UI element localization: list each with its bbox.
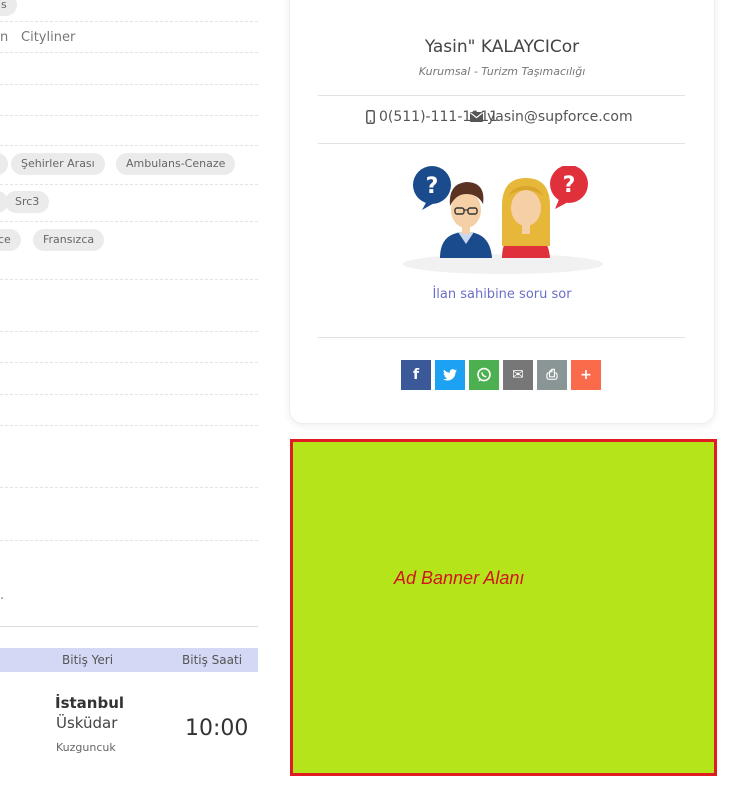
language-tag: ce — [0, 229, 21, 251]
email-contact[interactable]: yasin@supforce.com — [470, 109, 633, 125]
email-address: yasin@supforce.com — [487, 109, 633, 125]
card-divider — [318, 337, 685, 338]
owner-card: Yasin" KALAYCICor Kurumsal - Turizm Taşı… — [289, 0, 715, 424]
ask-owner-question-link[interactable]: İlan sahibine soru sor — [290, 287, 714, 302]
detail-row-divider — [0, 21, 258, 22]
whatsapp-icon — [477, 367, 491, 382]
end-district: Üsküdar — [56, 714, 118, 732]
card-divider — [318, 95, 685, 96]
email-share-button[interactable]: ✉ — [503, 360, 533, 390]
whatsapp-share-button[interactable] — [469, 360, 499, 390]
envelope-icon: ✉ — [512, 367, 524, 383]
detail-value-partial: . — [0, 588, 5, 603]
section-divider — [0, 626, 258, 627]
detail-row-divider — [0, 145, 258, 146]
feature-tag: ıs — [0, 0, 17, 16]
detail-row-divider — [0, 184, 258, 185]
print-button[interactable]: ⎙ — [537, 360, 567, 390]
detail-row-divider — [0, 425, 258, 426]
printer-icon: ⎙ — [546, 367, 558, 383]
feature-tag-src3: Src3 — [5, 191, 50, 213]
ask-question-illustration[interactable]: ? ? — [398, 166, 608, 278]
route-table-header: Bitiş Yeri Bitiş Saati — [0, 648, 258, 672]
card-divider — [318, 143, 685, 144]
detail-row-divider — [0, 331, 258, 332]
language-tag-fransizca: Fransızca — [33, 229, 105, 251]
detail-value-cityliner: Cityliner — [21, 30, 76, 45]
plus-icon: + — [580, 367, 592, 383]
detail-row-divider — [0, 362, 258, 363]
detail-row-divider — [0, 279, 258, 280]
twitter-bird-icon — [443, 369, 457, 381]
detail-row-divider — [0, 394, 258, 395]
feature-tag-sehirler-arasi: Şehirler Arası — [11, 153, 105, 175]
detail-row-divider — [0, 540, 258, 541]
detail-value-partial: n — [0, 30, 9, 45]
detail-row-divider — [0, 487, 258, 488]
envelope-icon — [470, 112, 483, 122]
ad-banner[interactable]: Ad Banner Alanı — [290, 439, 717, 776]
detail-row-divider — [0, 221, 258, 222]
mobile-phone-icon — [366, 110, 375, 124]
header-end-place: Bitiş Yeri — [62, 653, 114, 667]
feature-tag-ambulans-cenaze: Ambulans-Cenaze — [116, 153, 236, 175]
share-buttons: f ✉ ⎙ + — [401, 360, 601, 390]
more-share-button[interactable]: + — [571, 360, 601, 390]
header-end-time: Bitiş Saati — [182, 653, 243, 667]
detail-row-divider — [0, 115, 258, 116]
end-time: 10:00 — [185, 716, 249, 741]
ad-banner-text: Ad Banner Alanı — [394, 568, 525, 588]
end-city: İstanbul — [55, 694, 125, 712]
svg-text:?: ? — [563, 173, 576, 198]
listing-details-column: ıs n Cityliner Şehirler Arası Ambulans-C… — [0, 0, 258, 790]
owner-role: Kurumsal - Turizm Taşımacılığı — [418, 65, 586, 78]
end-neighborhood: Kuzguncuk — [56, 741, 116, 754]
feature-tag — [0, 153, 8, 175]
detail-row-divider — [0, 52, 258, 53]
detail-row-divider — [0, 84, 258, 85]
svg-text:?: ? — [426, 174, 439, 199]
facebook-share-button[interactable]: f — [401, 360, 431, 390]
twitter-share-button[interactable] — [435, 360, 465, 390]
owner-name: Yasin" KALAYCICor — [424, 37, 580, 57]
facebook-icon: f — [412, 367, 420, 383]
